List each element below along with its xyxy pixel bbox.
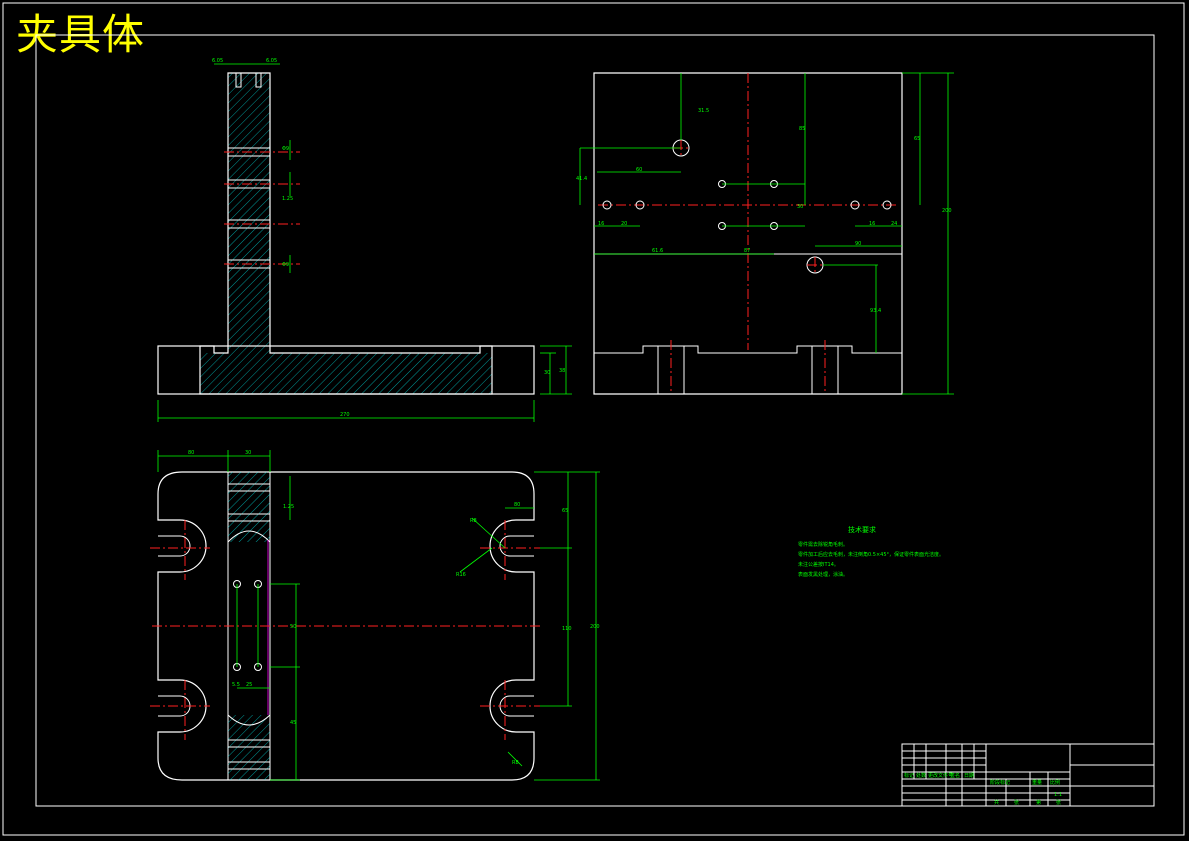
tb-cell: 共 [994,799,999,806]
side-dim-left-vertical: 41.4 [576,176,587,182]
tb-cell: 日期 [964,773,974,779]
top-dim-radius-2: R16 [456,572,466,578]
dim-hole-3: Φ9 [282,262,289,268]
dim-slot-top-right: 6.05 [266,58,277,64]
column-section-hatch [228,73,270,353]
tb-cell: 处数 [916,772,926,779]
tech-req-item: 表面发黑处理，涂油。 [798,571,848,578]
side-dim-hole-pitch: 30 [797,204,803,210]
top-dim-bottom-left: 25 [246,682,252,688]
top-dim-slot-height: 1.25 [283,504,294,510]
inner-border [35,34,1155,807]
tech-req-item: 零件加工后应去毛刺，未注倒角0.5×45°，保证零件表面光洁度。 [798,551,944,558]
tb-cell: 重量 [1032,779,1042,786]
top-dim-bottom-left-3: 45 [290,720,296,726]
side-dim-vertical-1: 85 [799,126,805,132]
top-dim-width-slot: 30 [245,450,251,456]
dim-hole-1: Φ9 [282,146,289,152]
side-dim-horizontal-1: 60 [636,167,642,173]
top-dim-right-vertical: 65 [562,508,568,514]
side-dim-right-hole-y: 93.4 [870,308,881,314]
side-view: 31.5 85 60 41.4 30 16 20 16 24 61.6 87 9… [576,72,954,395]
side-dim-total-height: 200 [942,208,952,214]
tech-req-title: 技术要求 [848,525,876,534]
top-view: 80 30 1.25 R8 R16 R8 80 65 110 200 5.5 2… [150,450,600,781]
dim-base-height: 30 [544,370,550,376]
top-dim-right-top: 80 [514,502,520,508]
top-dim-radius-3: R8 [512,760,519,766]
dim-hole-2: 1.25 [282,196,293,202]
top-dim-mid-height: 110 [562,626,572,632]
top-dim-total-height: 200 [590,624,600,630]
top-dim-center-mark: 50 [290,624,296,630]
tb-cell: 阶段标记 [990,779,1010,786]
tb-scale: 1:1 [1054,792,1062,798]
tb-cell: 标记 [904,772,914,779]
top-dim-bottom-left-2: 5.5 [232,682,240,688]
top-dim-width-left: 80 [188,450,194,456]
tech-req-item: 零件需去除锐角毛刺。 [798,541,848,548]
side-dim-right-hole-x: 90 [855,241,861,247]
dim-base-total: 38 [559,368,565,374]
side-dim-right-2: 24 [891,221,897,227]
top-dim-radius-1: R8 [470,518,477,524]
side-dim-right-1: 16 [869,221,875,227]
title-block: 标记 处数 更改文件号 签名 日期 阶段标记 重量 比例 1:1 共 张 第 张 [901,743,1155,807]
tb-cell: 签名 [950,772,960,779]
front-view: 270 30 38 6.05 6.05 Φ9 1.25 Φ9 [157,58,572,422]
base-section-hatch [200,353,492,394]
side-dim-left-1: 16 [598,221,604,227]
side-dim-bottom-offset: 61.6 [652,248,663,254]
side-dim-center-87: 87 [744,248,750,254]
tb-cell: 张 [1056,799,1061,806]
cad-drawing: 270 30 38 6.05 6.05 Φ9 1.25 Φ9 31.5 85 6… [2,2,1185,836]
tb-cell: 张 [1014,799,1019,806]
tb-cell: 比例 [1050,779,1060,786]
dim-base-length: 270 [340,412,350,418]
side-dim-left-2: 20 [621,221,627,227]
side-dim-right-vertical: 65 [914,136,920,142]
side-dim-top-offset: 31.5 [698,108,709,114]
technical-requirements: 技术要求 零件需去除锐角毛刺。 零件加工后应去毛刺，未注倒角0.5×45°，保证… [798,525,944,578]
tb-cell: 第 [1036,799,1041,806]
dim-slot-top-left: 6.05 [212,58,223,64]
tech-req-item: 未注公差按IT14。 [798,561,839,568]
